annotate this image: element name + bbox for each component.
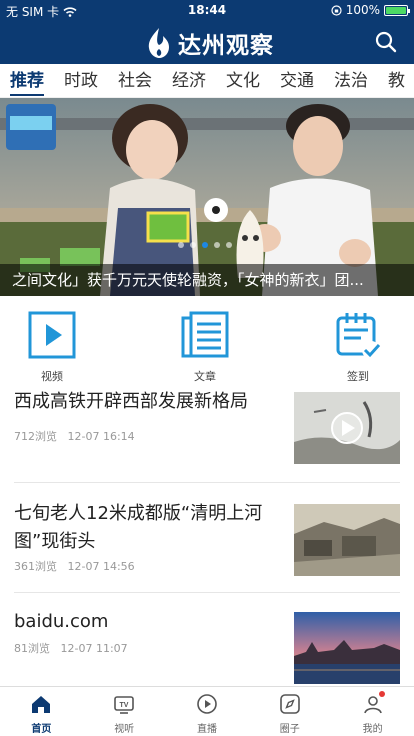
category-tabs: 推荐 时政 社会 经济 文化 交通 法治教 (0, 64, 414, 98)
notification-badge (378, 691, 385, 697)
carousel-dot[interactable] (178, 242, 184, 248)
compass-icon (279, 694, 300, 714)
news-views: 361浏览 (14, 560, 57, 573)
news-meta: 361浏览 12-07 14:56 (14, 558, 135, 574)
app-logo: 达州观察 (146, 26, 274, 60)
carousel-dot[interactable] (226, 242, 232, 248)
quick-article-button[interactable]: 文章 (170, 310, 240, 384)
tab-7[interactable]: 教 (378, 64, 414, 97)
news-date: 12-07 14:56 (67, 560, 135, 573)
flame-logo-icon (148, 28, 169, 58)
nav-mine[interactable]: 我的 (331, 687, 414, 736)
banner-carousel[interactable]: 之间文化」获千万元天使轮融资，「女神的新衣」团... (0, 98, 414, 296)
carousel-dot[interactable] (202, 242, 208, 248)
news-date: 12-07 11:07 (60, 642, 128, 655)
nav-mine-label: 我的 (362, 724, 383, 735)
news-date: 12-07 16:14 (67, 430, 135, 443)
tab-0[interactable]: 推荐 (0, 64, 54, 97)
nav-home[interactable]: 首页 (0, 687, 83, 736)
carousel-dot[interactable] (190, 242, 196, 248)
calendar-check-icon (336, 313, 381, 359)
banner-caption: 之间文化」获千万元天使轮融资，「女神的新衣」团... (0, 264, 414, 296)
tab-6[interactable]: 法治 (324, 64, 378, 97)
play-square-icon (28, 311, 76, 359)
news-title: 西成高铁开辟西部发展新格局 (14, 391, 248, 412)
status-bar: 无 SIM 卡 18:44 100% (0, 0, 414, 20)
news-item[interactable]: baidu.com 81浏览 12-07 11:07 (0, 600, 414, 700)
news-meta: 81浏览 12-07 11:07 (14, 640, 128, 656)
news-title: 七旬老人12米成都版“清明上河图”现街头 (14, 503, 263, 552)
quick-entries: 视频 文章 签到 (0, 298, 414, 383)
bottom-navigation: 首页 TV 视听 直播 圈子 我的 (0, 686, 414, 736)
battery-icon (384, 4, 410, 16)
status-right: 100% (331, 3, 410, 17)
news-thumbnail (294, 392, 400, 464)
news-meta: 712浏览 12-07 16:14 (14, 428, 135, 444)
nav-av[interactable]: TV 视听 (83, 687, 166, 736)
nav-home-label: 首页 (31, 724, 52, 735)
tab-4[interactable]: 文化 (216, 64, 270, 97)
quick-checkin-button[interactable]: 签到 (323, 310, 393, 384)
news-thumbnail (294, 612, 400, 684)
home-icon (32, 696, 51, 713)
nav-live[interactable]: 直播 (166, 687, 249, 736)
news-views: 712浏览 (14, 430, 57, 443)
tab-3[interactable]: 经济 (162, 64, 216, 97)
nav-circle-label: 圈子 (279, 724, 300, 735)
news-title: baidu.com (14, 611, 109, 632)
news-thumbnail (294, 504, 400, 576)
quick-video-button[interactable]: 视频 (17, 310, 87, 384)
news-item[interactable]: 西成高铁开辟西部发展新格局 712浏览 12-07 16:14 (0, 380, 414, 480)
divider (14, 482, 400, 483)
article-icon (181, 311, 229, 358)
nav-circle[interactable]: 圈子 (248, 687, 331, 736)
battery-percent: 100% (345, 3, 380, 17)
tab-5[interactable]: 交通 (270, 64, 324, 97)
tv-icon: TV (114, 696, 134, 714)
tab-1[interactable]: 时政 (54, 64, 108, 97)
search-icon[interactable] (374, 30, 398, 54)
carousel-dots[interactable] (178, 242, 232, 248)
tab-2[interactable]: 社会 (108, 64, 162, 97)
orientation-lock-icon (331, 4, 342, 16)
news-views: 81浏览 (14, 642, 50, 655)
news-item[interactable]: 七旬老人12米成都版“清明上河图”现街头 361浏览 12-07 14:56 (0, 492, 414, 592)
app-header: 达州观察 (0, 20, 414, 64)
svg-text:TV: TV (120, 702, 129, 709)
carousel-dot[interactable] (214, 242, 220, 248)
live-play-icon (197, 694, 217, 714)
app-title: 达州观察 (178, 33, 274, 59)
nav-av-label: 视听 (114, 724, 135, 735)
divider (14, 592, 400, 593)
nav-live-label: 直播 (196, 724, 217, 735)
